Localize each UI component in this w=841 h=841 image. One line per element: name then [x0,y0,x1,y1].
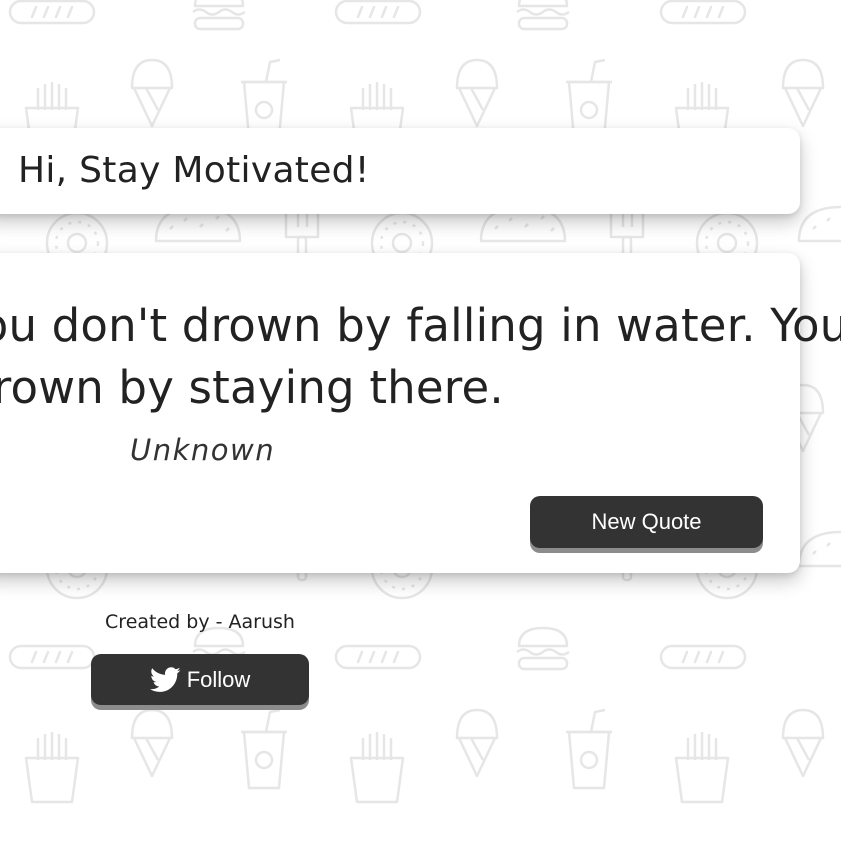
follow-button-label: Follow [186,666,251,692]
twitter-follow-button[interactable]: Follow [91,654,309,705]
page-title: Hi, Stay Motivated! [18,150,370,191]
quote-card: You don't drown by falling in water. You… [0,253,841,573]
greeting-card: Hi, Stay Motivated! [0,128,800,214]
creator-credit: Created by - Aarush [105,611,295,633]
quote-text-line-1: You don't drown by falling in water. You [0,299,841,352]
twitter-bird-icon [149,666,181,692]
app-root: Hi, Stay Motivated! You don't drown by f… [0,0,841,841]
quote-author: Unknown [130,433,276,467]
new-quote-button-label: New Quote [591,509,702,534]
new-quote-button[interactable]: New Quote [530,496,763,548]
quote-text-line-2: drown by staying there. [0,361,504,414]
